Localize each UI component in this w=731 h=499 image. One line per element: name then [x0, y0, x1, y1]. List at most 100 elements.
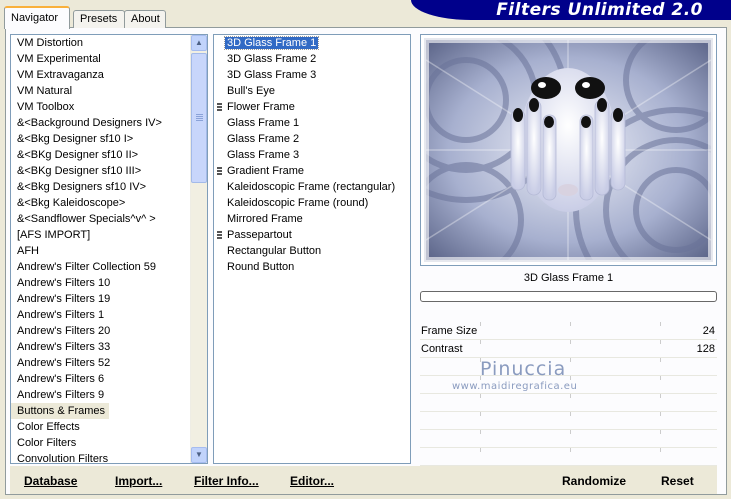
- watermark-name: Pinuccia: [480, 358, 567, 380]
- filter-item[interactable]: Mirrored Frame: [214, 211, 410, 227]
- filter-item[interactable]: Flower Frame: [214, 99, 410, 115]
- filter-item-label: Gradient Frame: [227, 165, 305, 177]
- title-banner: Filters Unlimited 2.0: [411, 0, 731, 20]
- parameter-value: 128: [696, 343, 715, 355]
- filter-info-button[interactable]: Filter Info...: [194, 474, 259, 488]
- filter-item-label: 3D Glass Frame 2: [227, 53, 317, 65]
- category-item[interactable]: &<Bkg Kaleidoscope>: [11, 195, 207, 211]
- grip-icon: [196, 114, 203, 122]
- slider-tick: [480, 412, 481, 416]
- filter-item[interactable]: Bull's Eye: [214, 83, 410, 99]
- filter-item-label: Kaleidoscopic Frame (round): [227, 197, 369, 209]
- filter-item[interactable]: Gradient Frame: [214, 163, 410, 179]
- category-items: VM Distortion VM Experimental VM Extravaga…: [11, 35, 207, 463]
- reset-button[interactable]: Reset: [661, 474, 694, 488]
- filter-item-label: Bull's Eye: [227, 85, 275, 97]
- category-item[interactable]: &<Background Designers IV>: [11, 115, 207, 131]
- category-item[interactable]: Andrew's Filters 19: [11, 291, 207, 307]
- category-item[interactable]: Andrew's Filters 9: [11, 387, 207, 403]
- scroll-down-button[interactable]: ▼: [191, 447, 207, 463]
- parameter-value: 24: [702, 325, 715, 337]
- parameter-panel: Frame Size 24 Contrast 128: [420, 322, 717, 466]
- submenu-marker-icon: [217, 231, 222, 240]
- slider-tick: [660, 322, 661, 326]
- import-button[interactable]: Import...: [115, 474, 162, 488]
- category-item[interactable]: VM Natural: [11, 83, 207, 99]
- category-item[interactable]: VM Experimental: [11, 51, 207, 67]
- slider-tick: [660, 358, 661, 362]
- filter-item[interactable]: 3D Glass Frame 3: [214, 67, 410, 83]
- category-item[interactable]: Andrew's Filters 6: [11, 371, 207, 387]
- category-item[interactable]: Convolution Filters: [11, 451, 207, 463]
- tab-navigator[interactable]: Navigator: [4, 6, 70, 29]
- filter-item-label: Glass Frame 1: [227, 117, 300, 129]
- filter-list[interactable]: 3D Glass Frame 1 3D Glass Frame 2 3D Glass…: [213, 34, 411, 464]
- slider-tick: [570, 394, 571, 398]
- category-item[interactable]: &<Sandflower Specials^v^ >: [11, 211, 207, 227]
- category-item[interactable]: Color Filters: [11, 435, 207, 451]
- filter-item[interactable]: Glass Frame 3: [214, 147, 410, 163]
- parameter-row[interactable]: [420, 430, 717, 448]
- filter-item-label: Mirrored Frame: [227, 213, 303, 225]
- progress-bar: [420, 291, 717, 302]
- preview-image: [424, 38, 713, 262]
- parameter-name: Contrast: [421, 343, 463, 355]
- category-item[interactable]: &<BKg Designer sf10 II>: [11, 147, 207, 163]
- category-item[interactable]: &<Bkg Designers sf10 IV>: [11, 179, 207, 195]
- filter-item[interactable]: Kaleidoscopic Frame (rectangular): [214, 179, 410, 195]
- category-scrollbar[interactable]: ▲ ▼: [190, 35, 207, 463]
- slider-tick: [480, 430, 481, 434]
- slider-tick: [480, 340, 481, 344]
- filter-item-label: Rectangular Button: [227, 245, 322, 257]
- slider-tick: [480, 448, 481, 452]
- parameter-row[interactable]: Frame Size 24: [420, 322, 717, 340]
- randomize-button[interactable]: Randomize: [562, 474, 626, 488]
- category-item[interactable]: &<Bkg Designer sf10 I>: [11, 131, 207, 147]
- parameter-row[interactable]: [420, 448, 717, 466]
- category-item[interactable]: Andrew's Filters 10: [11, 275, 207, 291]
- scroll-up-button[interactable]: ▲: [191, 35, 207, 51]
- submenu-marker-icon: [217, 103, 222, 112]
- tab-about[interactable]: About: [124, 10, 166, 28]
- filter-item[interactable]: Glass Frame 1: [214, 115, 410, 131]
- category-item[interactable]: VM Extravaganza: [11, 67, 207, 83]
- filter-item[interactable]: Glass Frame 2: [214, 131, 410, 147]
- category-item[interactable]: Andrew's Filters 20: [11, 323, 207, 339]
- filter-item[interactable]: Kaleidoscopic Frame (round): [214, 195, 410, 211]
- scroll-thumb[interactable]: [191, 53, 207, 183]
- database-button[interactable]: Database: [24, 474, 77, 488]
- slider-tick: [570, 412, 571, 416]
- slider-tick: [570, 358, 571, 362]
- filter-item[interactable]: Rectangular Button: [214, 243, 410, 259]
- category-item[interactable]: Andrew's Filters 33: [11, 339, 207, 355]
- preview-frame[interactable]: [420, 34, 717, 266]
- parameter-row[interactable]: [420, 412, 717, 430]
- category-item[interactable]: VM Toolbox: [11, 99, 207, 115]
- parameter-row[interactable]: [420, 394, 717, 412]
- parameter-row[interactable]: [420, 358, 717, 376]
- slider-tick: [570, 322, 571, 326]
- filter-item[interactable]: 3D Glass Frame 1: [214, 35, 410, 51]
- parameter-row[interactable]: Contrast 128: [420, 340, 717, 358]
- category-item[interactable]: &<BKg Designer sf10 III>: [11, 163, 207, 179]
- category-item[interactable]: VM Distortion: [11, 35, 207, 51]
- category-item[interactable]: Color Effects: [11, 419, 207, 435]
- submenu-marker-icon: [217, 167, 222, 176]
- slider-tick: [570, 448, 571, 452]
- filter-item[interactable]: 3D Glass Frame 2: [214, 51, 410, 67]
- filter-item[interactable]: Passepartout: [214, 227, 410, 243]
- category-item[interactable]: [AFS IMPORT]: [11, 227, 207, 243]
- filter-item-label: Passepartout: [227, 229, 292, 241]
- category-list[interactable]: VM Distortion VM Experimental VM Extravaga…: [10, 34, 208, 464]
- category-item[interactable]: Andrew's Filters 52: [11, 355, 207, 371]
- app-title: Filters Unlimited 2.0: [496, 0, 703, 20]
- category-item[interactable]: Andrew's Filter Collection 59: [11, 259, 207, 275]
- tab-presets[interactable]: Presets: [73, 10, 125, 28]
- slider-tick: [570, 376, 571, 380]
- category-item[interactable]: Buttons & Frames: [11, 403, 110, 419]
- slider-tick: [660, 448, 661, 452]
- filter-item[interactable]: Round Button: [214, 259, 410, 275]
- editor-button[interactable]: Editor...: [290, 474, 334, 488]
- category-item[interactable]: AFH: [11, 243, 207, 259]
- category-item[interactable]: Andrew's Filters 1: [11, 307, 207, 323]
